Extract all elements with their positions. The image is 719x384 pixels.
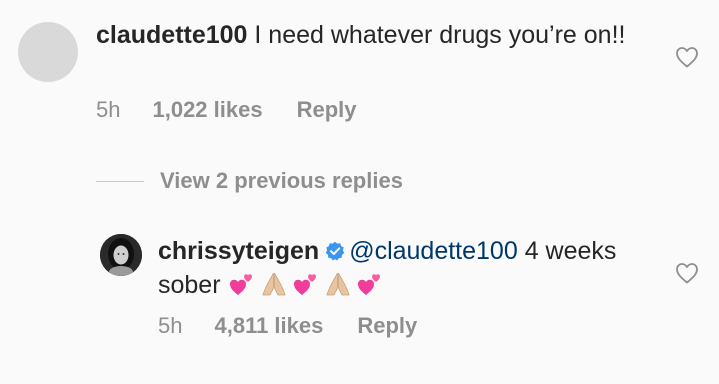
comment-username[interactable]: claudette100	[96, 21, 247, 49]
folded-hands-emoji	[262, 272, 286, 296]
heart-outline-icon[interactable]	[675, 262, 699, 284]
comment-likes[interactable]: 1,022 likes	[152, 97, 262, 123]
folded-hands-emoji	[326, 272, 350, 296]
comment-thread: claudette100 I need whatever drugs you’r…	[0, 0, 719, 384]
reply-button[interactable]: Reply	[357, 313, 417, 339]
verified-badge-icon	[325, 241, 345, 261]
reply-likes[interactable]: 4,811 likes	[214, 313, 323, 339]
two-hearts-emoji	[293, 274, 316, 295]
divider-line	[96, 180, 144, 182]
avatar[interactable]	[18, 22, 78, 82]
heart-outline-icon[interactable]	[675, 46, 699, 68]
avatar-photo-image	[100, 234, 142, 276]
reply-button[interactable]: Reply	[297, 97, 357, 123]
reply-username[interactable]: chrissyteigen	[158, 237, 319, 265]
avatar[interactable]	[100, 234, 142, 276]
comment-meta: 5h 1,022 likes Reply	[96, 97, 357, 123]
two-hearts-emoji	[229, 274, 252, 295]
reply-body: chrissyteigen @claudette100 4 weeks sobe…	[158, 234, 628, 302]
view-replies-button[interactable]: View 2 previous replies	[96, 168, 403, 194]
comment-body: claudette100 I need whatever drugs you’r…	[96, 18, 656, 52]
comment-time[interactable]: 5h	[96, 97, 120, 123]
reply-meta: 5h 4,811 likes Reply	[158, 313, 417, 339]
comment-text: I need whatever drugs you’re on!!	[247, 21, 626, 49]
view-replies-label: View 2 previous replies	[160, 168, 403, 193]
reply-time[interactable]: 5h	[158, 313, 182, 339]
two-hearts-emoji	[357, 274, 380, 295]
mention-link[interactable]: @claudette100	[349, 237, 518, 265]
